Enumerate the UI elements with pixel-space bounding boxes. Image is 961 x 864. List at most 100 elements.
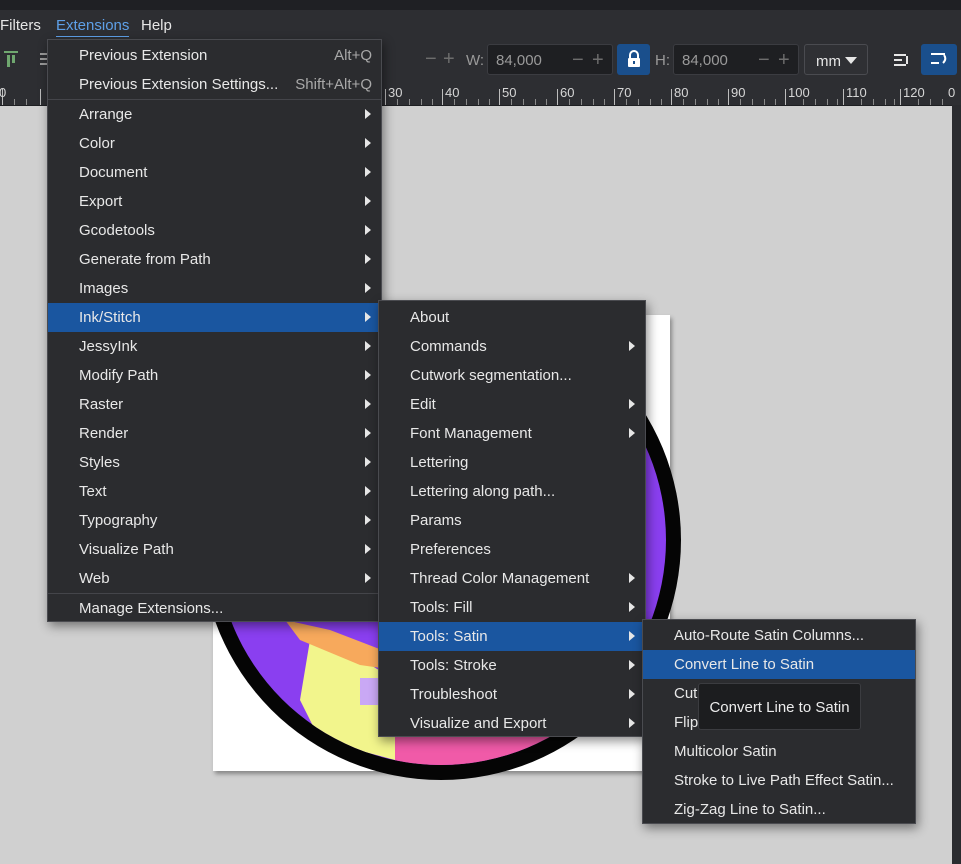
menu-item-jessyink[interactable]: JessyInk xyxy=(48,332,381,361)
menu-item-label: Thread Color Management xyxy=(410,570,590,587)
shortcut-label: Alt+Q xyxy=(334,47,372,64)
menu-item-tools-stroke[interactable]: Tools: Stroke xyxy=(379,651,645,680)
chevron-right-icon xyxy=(365,167,371,177)
menu-item-label: Lettering along path... xyxy=(410,483,556,500)
menu-item-label: Gcodetools xyxy=(79,222,155,239)
menu-item-label: Text xyxy=(79,483,107,500)
chevron-right-icon xyxy=(629,660,635,670)
menu-item-commands[interactable]: Commands xyxy=(379,332,645,361)
menu-item-text[interactable]: Text xyxy=(48,477,381,506)
menu-item-previous-extension-settings[interactable]: Previous Extension Settings... Shift+Alt… xyxy=(48,70,381,99)
chevron-right-icon xyxy=(629,602,635,612)
chevron-right-icon xyxy=(365,109,371,119)
menu-item-label: Convert Line to Satin xyxy=(674,656,815,673)
chevron-right-icon xyxy=(365,283,371,293)
menu-item-label: Previous Extension Settings... xyxy=(79,76,279,93)
menu-item-generate-from-path[interactable]: Generate from Path xyxy=(48,245,381,274)
menu-item-label: Tools: Stroke xyxy=(410,657,497,674)
chevron-right-icon xyxy=(365,486,371,496)
chevron-right-icon xyxy=(365,341,371,351)
menu-item-label: Lettering xyxy=(410,454,469,471)
chevron-right-icon xyxy=(629,573,635,583)
menu-item-modify-path[interactable]: Modify Path xyxy=(48,361,381,390)
menu-item-label: Render xyxy=(79,425,129,442)
menu-item-multicolor-satin[interactable]: Multicolor Satin xyxy=(643,737,915,766)
menu-item-images[interactable]: Images xyxy=(48,274,381,303)
chevron-right-icon xyxy=(365,254,371,264)
chevron-right-icon xyxy=(365,544,371,554)
menu-item-about[interactable]: About xyxy=(379,303,645,332)
artwork-lilac-square[interactable] xyxy=(360,678,380,705)
menu-item-web[interactable]: Web xyxy=(48,564,381,593)
menu-item-label: Styles xyxy=(79,454,120,471)
menu-item-label: Tools: Fill xyxy=(410,599,473,616)
menu-item-label: Troubleshoot xyxy=(410,686,497,703)
menu-item-label: Ink/Stitch xyxy=(79,309,141,326)
menu-item-lettering[interactable]: Lettering xyxy=(379,448,645,477)
menu-item-label: Multicolor Satin xyxy=(674,743,777,760)
menu-item-previous-extension[interactable]: Previous Extension Alt+Q xyxy=(48,41,381,70)
menu-item-arrange[interactable]: Arrange xyxy=(48,100,381,129)
menu-item-typography[interactable]: Typography xyxy=(48,506,381,535)
chevron-right-icon xyxy=(365,515,371,525)
chevron-right-icon xyxy=(365,428,371,438)
menu-item-label: Params xyxy=(410,512,462,529)
menu-item-label: About xyxy=(410,309,450,326)
menu-item-render[interactable]: Render xyxy=(48,419,381,448)
chevron-right-icon xyxy=(365,457,371,467)
menu-item-styles[interactable]: Styles xyxy=(48,448,381,477)
menu-item-thread-color-management[interactable]: Thread Color Management xyxy=(379,564,645,593)
menu-item-lettering-along-path[interactable]: Lettering along path... xyxy=(379,477,645,506)
menu-item-label: Typography xyxy=(79,512,158,529)
menu-item-label: Commands xyxy=(410,338,487,355)
menu-item-label: Raster xyxy=(79,396,124,413)
menu-item-label: Color xyxy=(79,135,115,152)
menu-item-auto-route-satin-columns[interactable]: Auto-Route Satin Columns... xyxy=(643,621,915,650)
menu-item-troubleshoot[interactable]: Troubleshoot xyxy=(379,680,645,709)
menu-item-label: Preferences xyxy=(410,541,491,558)
tooltip: Convert Line to Satin xyxy=(698,683,861,730)
chevron-right-icon xyxy=(365,138,371,148)
menu-item-label: Visualize and Export xyxy=(410,715,547,732)
menu-item-label: Previous Extension xyxy=(79,47,208,64)
menu-item-document[interactable]: Document xyxy=(48,158,381,187)
menu-item-tools-satin[interactable]: Tools: Satin xyxy=(379,622,645,651)
menu-item-label: Tools: Satin xyxy=(410,628,488,645)
chevron-right-icon xyxy=(629,428,635,438)
menu-item-manage-extensions[interactable]: Manage Extensions... xyxy=(48,594,381,623)
menu-item-label: Arrange xyxy=(79,106,133,123)
shortcut-label: Shift+Alt+Q xyxy=(295,76,372,93)
chevron-right-icon xyxy=(629,689,635,699)
menu-item-label: Export xyxy=(79,193,123,210)
menu-item-label: Auto-Route Satin Columns... xyxy=(674,627,865,644)
menu-item-edit[interactable]: Edit xyxy=(379,390,645,419)
menu-item-label: Manage Extensions... xyxy=(79,600,224,617)
menu-item-inkstitch[interactable]: Ink/Stitch xyxy=(48,303,381,332)
menu-item-stroke-to-live-path-effect-satin[interactable]: Stroke to Live Path Effect Satin... xyxy=(643,766,915,795)
chevron-right-icon xyxy=(629,399,635,409)
menu-item-visualize-path[interactable]: Visualize Path xyxy=(48,535,381,564)
menu-item-visualize-and-export[interactable]: Visualize and Export xyxy=(379,709,645,738)
menu-item-label: Stroke to Live Path Effect Satin... xyxy=(674,772,894,789)
menu-item-params[interactable]: Params xyxy=(379,506,645,535)
chevron-right-icon xyxy=(365,399,371,409)
menu-item-convert-line-to-satin[interactable]: Convert Line to Satin xyxy=(643,650,915,679)
menu-item-font-management[interactable]: Font Management xyxy=(379,419,645,448)
menu-item-label: Zig-Zag Line to Satin... xyxy=(674,801,826,818)
menu-item-export[interactable]: Export xyxy=(48,187,381,216)
chevron-right-icon xyxy=(365,196,371,206)
menu-item-label: Document xyxy=(79,164,148,181)
chevron-right-icon xyxy=(365,370,371,380)
menu-item-tools-fill[interactable]: Tools: Fill xyxy=(379,593,645,622)
menu-item-label: Images xyxy=(79,280,129,297)
menu-item-cutwork-segmentation[interactable]: Cutwork segmentation... xyxy=(379,361,645,390)
menu-item-label: Modify Path xyxy=(79,367,159,384)
menu-item-gcodetools[interactable]: Gcodetools xyxy=(48,216,381,245)
menu-item-preferences[interactable]: Preferences xyxy=(379,535,645,564)
chevron-right-icon xyxy=(629,718,635,728)
menu-item-label: Visualize Path xyxy=(79,541,174,558)
chevron-right-icon xyxy=(365,312,371,322)
menu-item-color[interactable]: Color xyxy=(48,129,381,158)
menu-item-zig-zag-line-to-satin[interactable]: Zig-Zag Line to Satin... xyxy=(643,795,915,824)
menu-item-raster[interactable]: Raster xyxy=(48,390,381,419)
